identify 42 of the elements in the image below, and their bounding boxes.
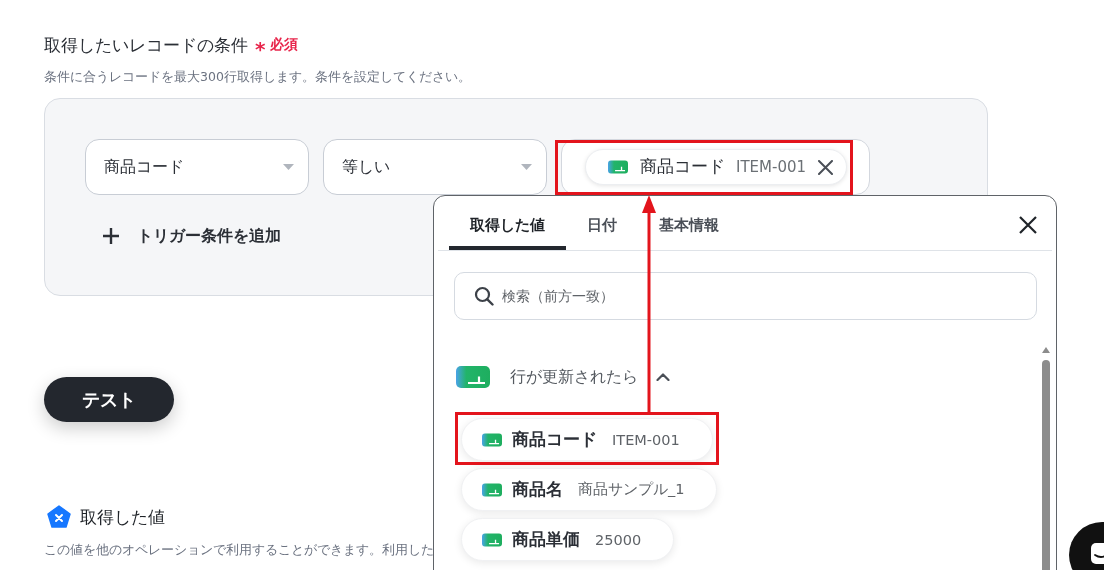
chat-button[interactable] [1068, 521, 1104, 570]
chip-value: ITEM-001 [736, 158, 807, 176]
close-icon[interactable] [1019, 216, 1037, 234]
plus-icon[interactable] [103, 228, 119, 244]
scrollbar-thumb[interactable] [1041, 360, 1050, 570]
sheet-icon [482, 482, 502, 497]
item-value: 25000 [595, 531, 642, 548]
section-description: 条件に合うレコードを最大300行取得します。条件を設定してください。 [44, 68, 471, 86]
sheet-icon [456, 366, 490, 388]
item-label: 商品コード [512, 428, 597, 451]
item-label: 商品名 [512, 478, 563, 501]
output-title: 取得した値 [80, 505, 165, 529]
close-icon[interactable] [818, 159, 834, 175]
search-field[interactable]: 検索（前方一致） [454, 272, 1037, 320]
scroll-up-arrow-icon[interactable] [1041, 347, 1050, 353]
required-asterisk: * [255, 36, 266, 59]
tab[interactable]: 日付 [566, 196, 638, 250]
section-title: 取得したいレコードの条件 [44, 33, 248, 57]
sheet-icon [608, 160, 628, 174]
chip-label: 商品コード [640, 156, 725, 178]
test-button[interactable]: テスト [44, 377, 174, 422]
caret-down-icon [521, 164, 532, 170]
add-condition-link[interactable]: トリガー条件を追加 [137, 225, 281, 247]
required-label: 必須 [270, 36, 299, 54]
group-title: 行が更新されたら [510, 366, 638, 388]
field-select[interactable]: 商品コード [85, 139, 309, 195]
output-description: この値を他のオペレーションで利用することができます。利用した [44, 541, 434, 559]
sheet-icon [482, 532, 502, 547]
tab[interactable]: 基本情報 [638, 196, 740, 250]
item-value: ITEM-001 [612, 431, 680, 448]
variable-item[interactable]: 商品コード ITEM-001 [461, 418, 713, 461]
caret-up-icon[interactable] [656, 373, 670, 381]
pentagon-x-icon [47, 505, 71, 529]
variable-item[interactable]: 商品単価 25000 [461, 518, 675, 561]
tab[interactable]: 取得した値 [449, 196, 566, 250]
operator-select[interactable]: 等しい [323, 139, 547, 195]
sheet-icon [482, 432, 502, 447]
caret-down-icon [283, 164, 294, 170]
item-label: 商品単価 [512, 528, 580, 551]
search-icon [474, 286, 494, 306]
variable-item[interactable]: 商品名 商品サンプル_1 [461, 468, 718, 511]
item-value: 商品サンプル_1 [578, 480, 685, 499]
